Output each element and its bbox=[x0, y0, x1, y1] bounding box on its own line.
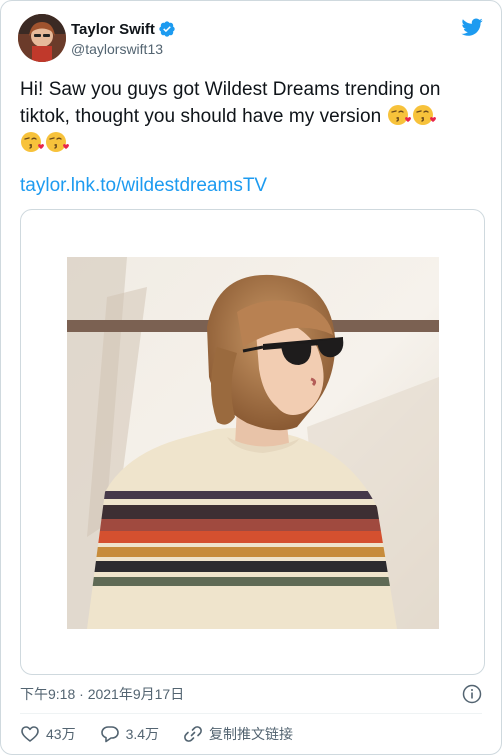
kissing-face-icon bbox=[387, 103, 411, 127]
copy-link-label: 复制推文链接 bbox=[209, 726, 294, 742]
like-button[interactable]: 43万 bbox=[20, 724, 76, 744]
tweet-card: Taylor Swift @taylorswift13 Hi! Saw you … bbox=[0, 0, 502, 755]
album-cover-image[interactable] bbox=[67, 257, 439, 629]
tweet-text: Hi! Saw you guys got Wildest Dreams tren… bbox=[20, 76, 480, 157]
like-count: 43万 bbox=[46, 726, 76, 742]
divider bbox=[20, 713, 482, 714]
tweet-body: Hi! Saw you guys got Wildest Dreams tren… bbox=[20, 79, 441, 127]
action-bar: 43万 3.4万 复制推文链接 bbox=[20, 722, 317, 746]
reply-button[interactable]: 3.4万 bbox=[100, 724, 159, 744]
reply-bubble-icon bbox=[100, 726, 119, 743]
author-name[interactable]: Taylor Swift bbox=[71, 21, 155, 38]
media-card[interactable] bbox=[20, 209, 485, 675]
info-icon[interactable] bbox=[462, 684, 482, 704]
reply-count: 3.4万 bbox=[125, 726, 160, 742]
author-handle[interactable]: @taylorswift13 bbox=[71, 41, 163, 57]
kissing-face-icon bbox=[412, 103, 436, 127]
kissing-face-icon bbox=[45, 130, 69, 154]
tweet-header: Taylor Swift @taylorswift13 bbox=[18, 14, 487, 64]
author-name-row[interactable]: Taylor Swift bbox=[71, 20, 176, 38]
heart-icon bbox=[21, 726, 39, 742]
avatar[interactable] bbox=[18, 14, 66, 62]
kissing-face-icon bbox=[20, 130, 44, 154]
twitter-bird-icon[interactable] bbox=[460, 16, 484, 38]
tweet-timestamp[interactable]: 下午9:18 · 2021年9月17日 bbox=[20, 684, 184, 704]
verified-badge-icon bbox=[158, 20, 176, 38]
tweet-link[interactable]: taylor.lnk.to/wildestdreamsTV bbox=[20, 175, 267, 197]
copy-link-button[interactable]: 复制推文链接 bbox=[183, 724, 293, 744]
link-icon bbox=[184, 726, 202, 742]
